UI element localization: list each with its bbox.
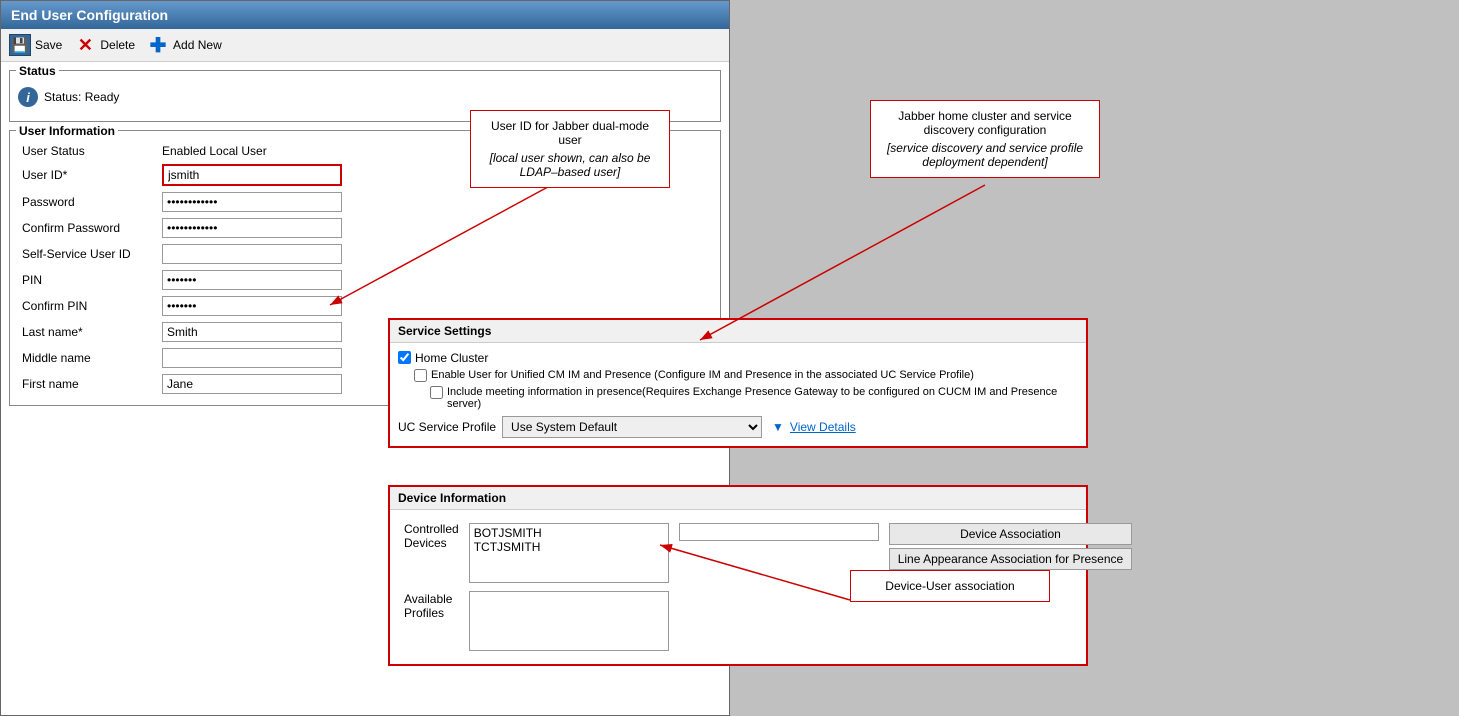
delete-label: Delete — [100, 38, 135, 52]
save-label: Save — [35, 38, 62, 52]
status-row: i Status: Ready — [18, 81, 712, 113]
confirm-pin-label: Confirm PIN — [18, 293, 158, 319]
confirm-password-label: Confirm Password — [18, 215, 158, 241]
self-service-label: Self-Service User ID — [18, 241, 158, 267]
info-icon: i — [18, 87, 38, 107]
delete-button[interactable]: ✕ Delete — [74, 34, 135, 56]
confirm-pin-input[interactable] — [162, 296, 342, 316]
controlled-devices-label: Controlled Devices — [400, 520, 463, 586]
password-label: Password — [18, 189, 158, 215]
home-cluster-label: Home Cluster — [415, 351, 488, 365]
window-title: End User Configuration — [1, 1, 729, 29]
include-meeting-checkbox[interactable] — [430, 386, 443, 399]
confirm-pin-row: Confirm PIN — [18, 293, 712, 319]
enable-user-row: Enable User for Unified CM IM and Presen… — [414, 369, 1078, 382]
callout-device-user: Device-User association — [850, 570, 1050, 602]
delete-icon: ✕ — [74, 34, 96, 56]
middle-name-input[interactable] — [162, 348, 342, 368]
status-section-title: Status — [16, 64, 59, 78]
callout-jabber-user: User ID for Jabber dual-mode user [local… — [470, 110, 670, 188]
confirm-password-input[interactable] — [162, 218, 342, 238]
save-icon: 💾 — [9, 34, 31, 56]
include-meeting-row: Include meeting information in presence(… — [430, 386, 1078, 410]
user-info-title: User Information — [16, 124, 118, 138]
service-settings-content: Home Cluster Enable User for Unified CM … — [390, 343, 1086, 446]
add-new-button[interactable]: ✚ Add New — [147, 34, 222, 56]
status-text: Status: Ready — [44, 90, 119, 104]
pin-input[interactable] — [162, 270, 342, 290]
title-text: End User Configuration — [11, 7, 168, 23]
callout2-title: Jabber home cluster and service discover… — [881, 109, 1089, 137]
pin-label: PIN — [18, 267, 158, 293]
self-service-row: Self-Service User ID — [18, 241, 712, 267]
save-button[interactable]: 💾 Save — [9, 34, 62, 56]
toolbar: 💾 Save ✕ Delete ✚ Add New — [1, 29, 729, 62]
middle-name-label: Middle name — [18, 345, 158, 371]
password-row: Password — [18, 189, 712, 215]
service-settings-box: Service Settings Home Cluster Enable Use… — [388, 318, 1088, 448]
home-cluster-row: Home Cluster — [398, 351, 1078, 365]
callout3-title: Device-User association — [861, 579, 1039, 593]
device-info-title: Device Information — [390, 487, 1086, 510]
view-details-link[interactable]: View Details — [790, 420, 856, 434]
device-association-button[interactable]: Device Association — [889, 523, 1132, 545]
callout1-title: User ID for Jabber dual-mode user — [481, 119, 659, 147]
uc-service-profile-label: UC Service Profile — [398, 420, 496, 434]
first-name-input[interactable] — [162, 374, 342, 394]
home-cluster-checkbox[interactable] — [398, 351, 411, 364]
pin-row: PIN — [18, 267, 712, 293]
controlled-devices-list[interactable]: BOTJSMITH TCTJSMITH — [469, 523, 669, 583]
available-profiles-label: Available Profiles — [400, 588, 463, 654]
line-appearance-button[interactable]: Line Appearance Association for Presence — [889, 548, 1132, 570]
last-name-label: Last name* — [18, 319, 158, 345]
confirm-password-row: Confirm Password — [18, 215, 712, 241]
uc-service-profile-row: UC Service Profile Use System Default ▼ … — [398, 416, 1078, 438]
page-container: End User Configuration 💾 Save ✕ Delete ✚… — [0, 0, 1459, 716]
password-input[interactable] — [162, 192, 342, 212]
device-buttons: Device Association Line Appearance Assoc… — [889, 523, 1132, 570]
include-meeting-label: Include meeting information in presence(… — [447, 386, 1078, 410]
service-settings-title: Service Settings — [390, 320, 1086, 343]
enable-user-label: Enable User for Unified CM IM and Presen… — [431, 369, 974, 381]
user-id-label: User ID* — [18, 161, 158, 189]
callout1-sub: [local user shown, can also be LDAP–base… — [481, 151, 659, 179]
available-profiles-list[interactable] — [469, 591, 669, 651]
first-name-label: First name — [18, 371, 158, 397]
callout2-sub: [service discovery and service profile d… — [881, 141, 1089, 169]
add-new-label: Add New — [173, 38, 222, 52]
add-icon: ✚ — [147, 34, 169, 56]
device-item-1: BOTJSMITH — [474, 526, 664, 540]
device-search-input[interactable] — [679, 523, 879, 541]
device-item-2: TCTJSMITH — [474, 540, 664, 554]
user-id-input[interactable] — [162, 164, 342, 186]
uc-service-profile-select[interactable]: Use System Default — [502, 416, 762, 438]
user-status-label: User Status — [18, 141, 158, 161]
callout-jabber-cluster: Jabber home cluster and service discover… — [870, 100, 1100, 178]
enable-user-checkbox[interactable] — [414, 369, 427, 382]
self-service-input[interactable] — [162, 244, 342, 264]
last-name-input[interactable] — [162, 322, 342, 342]
